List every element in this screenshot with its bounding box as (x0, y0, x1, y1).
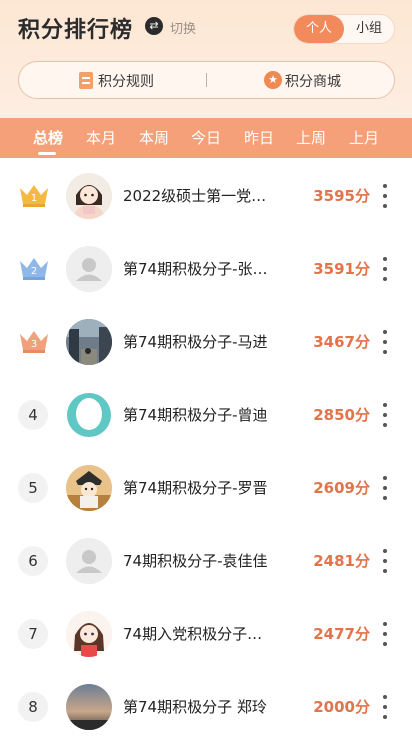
silver-crown-icon: 2 (20, 258, 48, 280)
active-tab-indicator (38, 152, 56, 155)
switch-button[interactable]: 切换 (170, 18, 196, 37)
user-score: 2481分 (313, 552, 370, 570)
action-bar: 积分规则 ★ 积分商城 (18, 61, 395, 99)
rank-badge: 8 (18, 692, 48, 722)
user-name: 第74期积极分子-罗晋 (123, 479, 268, 497)
bronze-crown-icon: 3 (20, 331, 48, 353)
svg-text:1: 1 (31, 193, 37, 204)
more-options-icon[interactable] (378, 181, 392, 211)
user-avatar[interactable] (66, 392, 112, 438)
more-options-icon[interactable] (378, 619, 392, 649)
star-icon: ★ (264, 71, 282, 89)
rank-badge: 4 (18, 400, 48, 430)
rank-badge: 6 (18, 546, 48, 576)
user-avatar[interactable] (66, 319, 112, 365)
rank-badge: 7 (18, 619, 48, 649)
ranking-row[interactable]: 6 74期积极分子-袁佳佳 2481分 (0, 524, 412, 597)
tab-last-month[interactable]: 上月 (349, 127, 379, 148)
more-options-icon[interactable] (378, 400, 392, 430)
user-score: 2477分 (313, 625, 370, 643)
document-icon (79, 72, 93, 89)
period-tabs: 总榜 本月 本周 今日 昨日 上周 上月 (0, 118, 412, 158)
tab-last-week[interactable]: 上周 (296, 127, 326, 148)
default-avatar[interactable] (66, 246, 112, 292)
user-name: 第74期积极分子-曾迪 (123, 406, 268, 424)
ranking-row[interactable]: 8 第74期积极分子 郑玲 2000分 (0, 670, 412, 743)
user-avatar[interactable] (66, 465, 112, 511)
default-avatar[interactable] (66, 538, 112, 584)
rank-badge: 5 (18, 473, 48, 503)
ranking-row[interactable]: 7 74期入党积极分子… 2477分 (0, 597, 412, 670)
more-options-icon[interactable] (378, 473, 392, 503)
more-options-icon[interactable] (378, 254, 392, 284)
user-score: 2850分 (313, 406, 370, 424)
ranking-row[interactable]: 4 第74期积极分子-曾迪 2850分 (0, 378, 412, 451)
user-name: 74期入党积极分子… (123, 625, 263, 643)
user-name: 第74期积极分子-马进 (123, 333, 268, 351)
user-name: 74期积极分子-袁佳佳 (123, 552, 268, 570)
ranking-row[interactable]: 3 第74期积极分子-马进 3467分 (0, 305, 412, 378)
tab-total[interactable]: 总榜 (33, 127, 63, 148)
page-title: 积分排行榜 (18, 18, 134, 43)
tab-this-week[interactable]: 本周 (139, 127, 169, 148)
more-options-icon[interactable] (378, 327, 392, 357)
user-name: 第74期积极分子 郑玲 (123, 698, 267, 716)
tab-yesterday[interactable]: 昨日 (244, 127, 274, 148)
user-avatar[interactable] (66, 173, 112, 219)
more-options-icon[interactable] (378, 546, 392, 576)
user-name: 第74期积极分子-张… (123, 260, 268, 278)
tab-this-month[interactable]: 本月 (86, 127, 116, 148)
user-avatar[interactable] (66, 611, 112, 657)
segment-personal[interactable]: 个人 (294, 15, 344, 43)
gold-crown-icon: 1 (20, 185, 48, 207)
ranking-row[interactable]: 2 第74期积极分子-张… 3591分 (0, 232, 412, 305)
tab-today[interactable]: 今日 (191, 127, 221, 148)
svg-text:3: 3 (31, 339, 37, 350)
svg-text:2: 2 (31, 266, 37, 277)
user-avatar[interactable] (66, 684, 112, 730)
more-options-icon[interactable] (378, 692, 392, 722)
user-score: 3591分 (313, 260, 370, 278)
user-score: 3595分 (313, 187, 370, 205)
segment-group[interactable]: 小组 (344, 15, 394, 43)
user-score: 2000分 (313, 698, 370, 716)
user-name: 2022级硕士第一党… (123, 187, 267, 205)
ranking-row[interactable]: 5 第74期积极分子-罗晋 2609分 (0, 451, 412, 524)
user-score: 3467分 (313, 333, 370, 351)
points-mall-button[interactable]: 积分商城 (285, 71, 341, 91)
points-rules-button[interactable]: 积分规则 (98, 71, 154, 91)
header: 积分排行榜 ⇄ 切换 个人 小组 积分规则 ★ 积分商城 (0, 0, 412, 120)
switch-icon[interactable]: ⇄ (145, 17, 163, 35)
scope-segmented-control: 个人 小组 (293, 14, 395, 44)
divider (206, 73, 207, 87)
ranking-row[interactable]: 1 2022级硕士第一党… 3595分 (0, 159, 412, 232)
user-score: 2609分 (313, 479, 370, 497)
